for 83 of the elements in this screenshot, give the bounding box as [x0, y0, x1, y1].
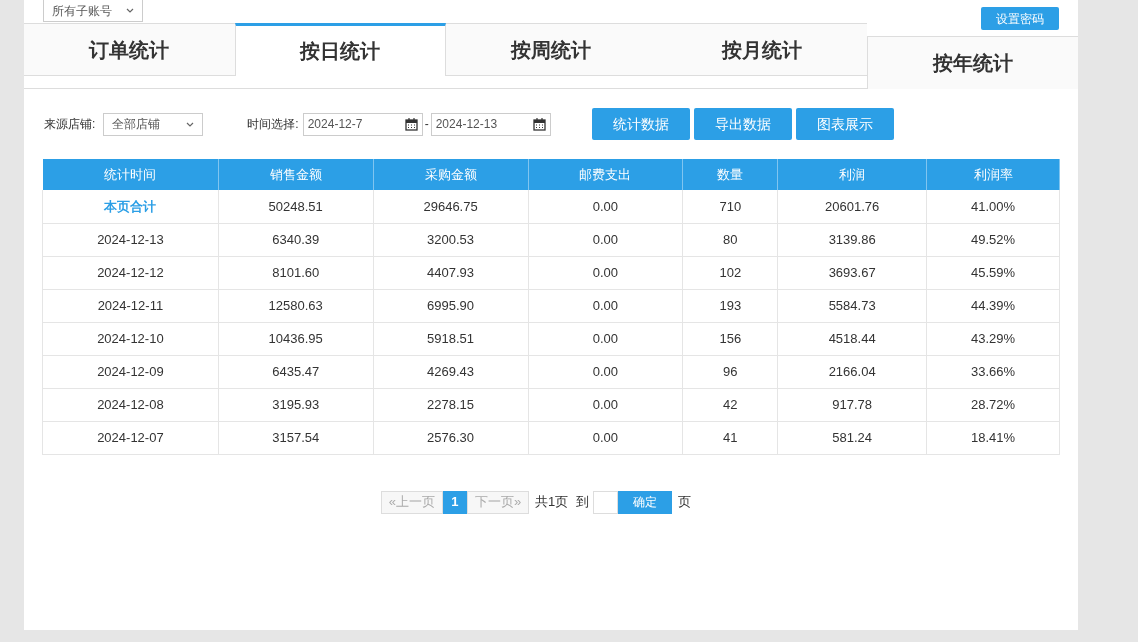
tab[interactable]: 按年统计	[867, 36, 1078, 89]
column-header: 利润	[777, 159, 927, 190]
table-cell: 2024-12-08	[42, 388, 219, 421]
tab[interactable]: 订单统计	[24, 23, 235, 76]
table-cell: 0.00	[528, 355, 683, 388]
page-suffix: 页	[678, 493, 692, 512]
table-cell: 4269.43	[373, 355, 528, 388]
page-input[interactable]	[593, 490, 619, 514]
column-header: 利润率	[926, 159, 1060, 190]
table-cell: 43.29%	[926, 322, 1060, 355]
table-cell: 18.41%	[926, 421, 1060, 454]
column-header: 统计时间	[42, 159, 219, 190]
table-cell: 10436.95	[218, 322, 374, 355]
table-cell: 710	[682, 190, 778, 223]
chevron-down-icon	[126, 8, 134, 13]
table-cell: 0.00	[528, 190, 683, 223]
table-cell: 96	[682, 355, 778, 388]
table-cell: 33.66%	[926, 355, 1060, 388]
table-cell: 2024-12-13	[42, 223, 219, 256]
table-cell: 50248.51	[218, 190, 374, 223]
table-cell: 29646.75	[373, 190, 528, 223]
table-cell: 0.00	[528, 388, 683, 421]
table-cell: 42	[682, 388, 778, 421]
table-cell: 0.00	[528, 223, 683, 256]
table-cell: 6435.47	[218, 355, 374, 388]
table-cell: 156	[682, 322, 778, 355]
account-dropdown[interactable]: 所有子账号	[43, 0, 143, 22]
column-header: 数量	[682, 159, 778, 190]
table-cell: 44.39%	[926, 289, 1060, 322]
end-date-field[interactable]: 2024-12-13	[430, 112, 551, 136]
table-cell: 3693.67	[777, 256, 927, 289]
table-cell: 本页合计	[42, 190, 219, 223]
table-cell: 8101.60	[218, 256, 374, 289]
table-cell: 2166.04	[777, 355, 927, 388]
chevron-down-icon	[186, 121, 195, 127]
table-cell: 41	[682, 421, 778, 454]
table-cell: 917.78	[777, 388, 927, 421]
table-cell: 45.59%	[926, 256, 1060, 289]
table-cell: 0.00	[528, 256, 683, 289]
table-cell: 3200.53	[373, 223, 528, 256]
table-cell: 2024-12-10	[42, 322, 219, 355]
column-header: 邮费支出	[528, 159, 683, 190]
table-cell: 581.24	[777, 421, 927, 454]
column-header: 采购金额	[373, 159, 528, 190]
table-cell: 6995.90	[373, 289, 528, 322]
table-cell: 41.00%	[926, 190, 1060, 223]
table-cell: 20601.76	[777, 190, 927, 223]
table-cell: 2024-12-07	[42, 421, 219, 454]
table-cell: 102	[682, 256, 778, 289]
table-cell: 4518.44	[777, 322, 927, 355]
table-cell: 0.00	[528, 322, 683, 355]
calendar-icon	[404, 117, 418, 131]
tab[interactable]: 按月统计	[656, 23, 868, 76]
start-date-field[interactable]: 2024-12-7	[302, 112, 423, 136]
column-header: 销售金额	[218, 159, 374, 190]
table-cell: 2576.30	[373, 421, 528, 454]
date-separator: -	[424, 116, 429, 133]
table-cell: 49.52%	[926, 223, 1060, 256]
table-cell: 12580.63	[218, 289, 374, 322]
table-cell: 3139.86	[777, 223, 927, 256]
page-total: 共1页	[535, 493, 569, 512]
table-cell: 6340.39	[218, 223, 374, 256]
table-cell: 2278.15	[373, 388, 528, 421]
tab[interactable]: 按日统计	[234, 23, 446, 76]
table-cell: 193	[682, 289, 778, 322]
table-cell: 2024-12-12	[42, 256, 219, 289]
table-cell: 4407.93	[373, 256, 528, 289]
table-cell: 5584.73	[777, 289, 927, 322]
goto-label: 到	[576, 493, 590, 512]
table-cell: 3195.93	[218, 388, 374, 421]
table-cell: 3157.54	[218, 421, 374, 454]
tab[interactable]: 按周统计	[445, 23, 657, 76]
table-cell: 28.72%	[926, 388, 1060, 421]
time-label: 时间选择:	[247, 116, 299, 133]
calendar-icon	[532, 117, 546, 131]
table-cell: 0.00	[528, 421, 683, 454]
shop-dropdown[interactable]: 全部店铺	[103, 112, 204, 136]
table-cell: 0.00	[528, 289, 683, 322]
table-cell: 2024-12-09	[42, 355, 219, 388]
table-cell: 2024-12-11	[42, 289, 219, 322]
table-cell: 80	[682, 223, 778, 256]
table-cell: 5918.51	[373, 322, 528, 355]
shop-label: 来源店铺:	[44, 116, 96, 133]
